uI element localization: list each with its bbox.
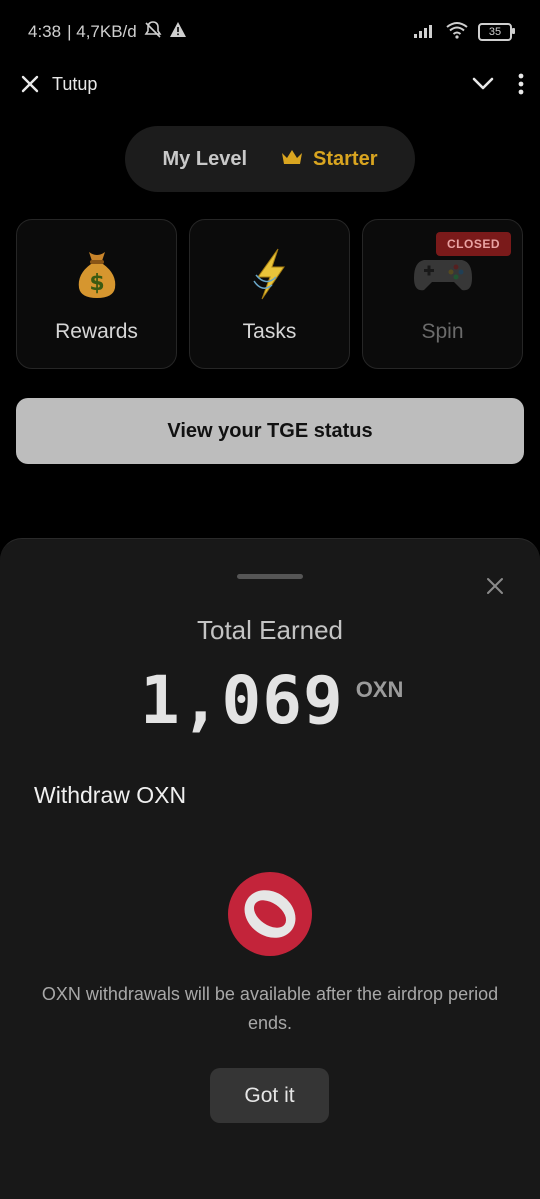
close-button[interactable]: Tutup xyxy=(20,74,97,95)
battery-icon: 35 xyxy=(478,23,515,41)
money-bag-icon: $ xyxy=(75,246,119,302)
top-bar: Tutup xyxy=(0,62,540,106)
signal-icon xyxy=(414,22,436,43)
battery-level: 35 xyxy=(488,26,502,38)
withdraw-bottom-sheet: Total Earned 1,069 OXN Withdraw OXN OXN … xyxy=(0,538,540,1199)
oxn-coin-icon xyxy=(228,872,312,961)
gamepad-icon xyxy=(412,246,474,302)
chevron-down-icon[interactable] xyxy=(472,77,494,91)
spin-tile[interactable]: CLOSED Spin xyxy=(362,219,523,369)
rewards-tile[interactable]: $ Rewards xyxy=(16,219,177,369)
tasks-label: Tasks xyxy=(242,320,297,343)
warning-icon xyxy=(169,21,187,44)
top-bar-actions xyxy=(472,73,524,95)
sheet-close-icon[interactable] xyxy=(486,577,504,600)
total-earned-amount-row: 1,069 OXN xyxy=(140,661,403,741)
status-bar-left: 4:38 | 4,7KB/d xyxy=(28,20,187,45)
rewards-label: Rewards xyxy=(55,320,138,343)
close-icon xyxy=(20,74,40,94)
wifi-icon xyxy=(446,21,468,44)
sheet-drag-handle[interactable] xyxy=(237,574,303,579)
network-speed: | 4,7KB/d xyxy=(67,22,137,41)
currency-unit: OXN xyxy=(355,677,404,702)
level-label: My Level xyxy=(162,147,247,170)
level-value-wrap: Starter xyxy=(281,148,377,171)
withdraw-title: Withdraw OXN xyxy=(34,782,187,808)
app-screen: 4:38 | 4,7KB/d 35 Tutup My Level Starter… xyxy=(0,0,540,1199)
view-tge-status-button[interactable]: View your TGE status xyxy=(16,398,524,464)
total-earned-amount: 1,069 xyxy=(140,662,344,739)
total-earned-title: Total Earned xyxy=(197,615,343,645)
spin-label: Spin xyxy=(421,320,464,343)
mute-bell-icon xyxy=(143,20,163,45)
withdraw-notice: OXN withdrawals will be available after … xyxy=(41,984,499,1033)
feature-tiles: $ Rewards Tasks CLOSED Spin xyxy=(16,219,524,371)
level-pill[interactable]: My Level Starter xyxy=(125,126,415,192)
tasks-tile[interactable]: Tasks xyxy=(189,219,350,369)
got-it-button[interactable]: Got it xyxy=(210,1068,329,1123)
more-options-icon[interactable] xyxy=(518,73,524,95)
status-bar: 4:38 | 4,7KB/d 35 xyxy=(0,0,540,64)
status-bar-right: 35 xyxy=(414,21,515,44)
lightning-icon xyxy=(248,246,292,302)
svg-text:$: $ xyxy=(89,271,104,296)
crown-icon xyxy=(281,148,303,171)
close-label: Tutup xyxy=(52,73,98,94)
clock: 4:38 xyxy=(28,22,62,41)
level-value: Starter xyxy=(313,147,378,170)
